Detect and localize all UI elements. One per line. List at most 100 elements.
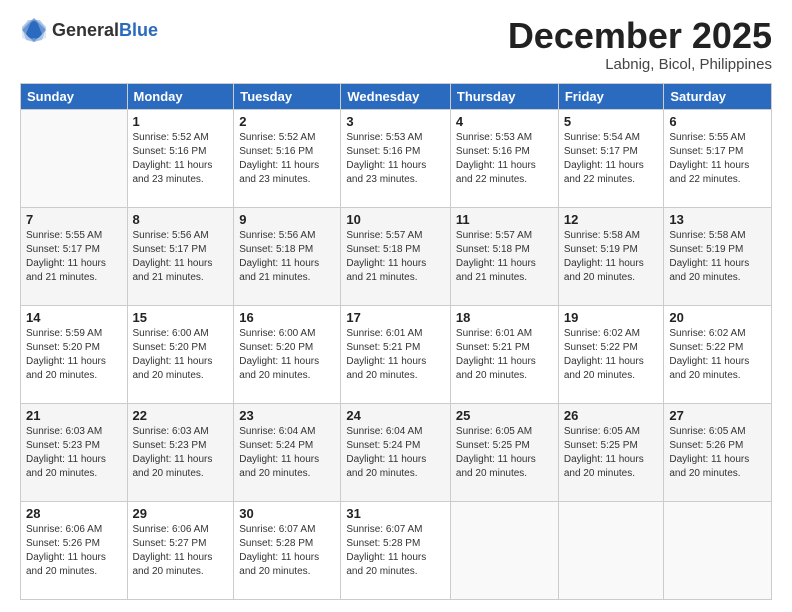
day-number: 29 [133,506,229,521]
table-row: 13 Sunrise: 5:58 AM Sunset: 5:19 PM Dayli… [664,207,772,305]
day-number: 28 [26,506,122,521]
logo-text: General Blue [52,20,158,41]
table-row: 29 Sunrise: 6:06 AM Sunset: 5:27 PM Dayli… [127,501,234,599]
table-row [21,109,128,207]
day-info: Sunrise: 5:59 AM Sunset: 5:20 PM Dayligh… [26,327,122,383]
col-sunday: Sunday [21,83,128,109]
day-number: 27 [669,408,766,423]
day-number: 3 [346,114,445,129]
table-row: 30 Sunrise: 6:07 AM Sunset: 5:28 PM Dayli… [234,501,341,599]
col-monday: Monday [127,83,234,109]
day-number: 1 [133,114,229,129]
logo-icon [20,16,48,44]
day-number: 20 [669,310,766,325]
day-info: Sunrise: 5:52 AM Sunset: 5:16 PM Dayligh… [133,131,229,187]
table-row: 3 Sunrise: 5:53 AM Sunset: 5:16 PM Daylig… [341,109,451,207]
day-number: 31 [346,506,445,521]
table-row: 10Sunrise: 5:57 AM Sunset: 5:18 PM Dayli… [341,207,451,305]
table-row [558,501,664,599]
col-friday: Friday [558,83,664,109]
table-row: 12 Sunrise: 5:58 AM Sunset: 5:19 PM Dayli… [558,207,664,305]
table-row: 9Sunrise: 5:56 AM Sunset: 5:18 PM Daylig… [234,207,341,305]
table-row: 31 Sunrise: 6:07 AM Sunset: 5:28 PM Dayli… [341,501,451,599]
day-info: Sunrise: 5:54 AM Sunset: 5:17 PM Dayligh… [564,131,659,187]
day-info: Sunrise: 6:02 AM Sunset: 5:22 PM Dayligh… [669,327,766,383]
day-info: Sunrise: 5:53 AM Sunset: 5:16 PM Dayligh… [346,131,445,187]
table-row: 25 Sunrise: 6:05 AM Sunset: 5:25 PM Dayli… [450,403,558,501]
table-row: 8 Sunrise: 5:56 AM Sunset: 5:17 PM Daylig… [127,207,234,305]
day-info: Sunrise: 5:52 AM Sunset: 5:16 PM Dayligh… [239,131,335,187]
day-info: Sunrise: 6:04 AM Sunset: 5:24 PM Dayligh… [239,425,335,481]
table-row: 7 Sunrise: 5:55 AM Sunset: 5:17 PM Daylig… [21,207,128,305]
day-info: Sunrise: 6:07 AM Sunset: 5:28 PM Dayligh… [239,523,335,579]
day-number: 23 [239,408,335,423]
day-info: Sunrise: 6:07 AM Sunset: 5:28 PM Dayligh… [346,523,445,579]
table-row: 16Sunrise: 6:00 AM Sunset: 5:20 PM Dayli… [234,305,341,403]
logo-blue: Blue [119,20,158,41]
day-info: Sunrise: 5:56 AM Sunset: 5:17 PM Dayligh… [133,229,229,285]
day-info: Sunrise: 5:56 AM Sunset: 5:18 PM Dayligh… [239,229,335,285]
header: General Blue December 2025 Labnig, Bicol… [20,16,772,73]
table-row: 19 Sunrise: 6:02 AM Sunset: 5:22 PM Dayli… [558,305,664,403]
day-info: Sunrise: 6:06 AM Sunset: 5:27 PM Dayligh… [133,523,229,579]
table-row: 22Sunrise: 6:03 AM Sunset: 5:23 PM Dayli… [127,403,234,501]
table-row: 24 Sunrise: 6:04 AM Sunset: 5:24 PM Dayli… [341,403,451,501]
day-number: 13 [669,212,766,227]
day-info: Sunrise: 6:06 AM Sunset: 5:26 PM Dayligh… [26,523,122,579]
calendar-table: Sunday Monday Tuesday Wednesday Thursday… [20,83,772,600]
col-thursday: Thursday [450,83,558,109]
table-row: 21Sunrise: 6:03 AM Sunset: 5:23 PM Dayli… [21,403,128,501]
day-number: 5 [564,114,659,129]
table-row: 27Sunrise: 6:05 AM Sunset: 5:26 PM Dayli… [664,403,772,501]
day-number: 25 [456,408,553,423]
table-row: 6Sunrise: 5:55 AM Sunset: 5:17 PM Daylig… [664,109,772,207]
day-number: 7 [26,212,122,227]
day-info: Sunrise: 5:55 AM Sunset: 5:17 PM Dayligh… [669,131,766,187]
day-info: Sunrise: 6:04 AM Sunset: 5:24 PM Dayligh… [346,425,445,481]
day-number: 8 [133,212,229,227]
calendar-header-row: Sunday Monday Tuesday Wednesday Thursday… [21,83,772,109]
table-row: 1 Sunrise: 5:52 AM Sunset: 5:16 PM Daylig… [127,109,234,207]
day-info: Sunrise: 6:01 AM Sunset: 5:21 PM Dayligh… [346,327,445,383]
table-row: 28 Sunrise: 6:06 AM Sunset: 5:26 PM Dayli… [21,501,128,599]
table-row: 18 Sunrise: 6:01 AM Sunset: 5:21 PM Dayli… [450,305,558,403]
day-info: Sunrise: 5:58 AM Sunset: 5:19 PM Dayligh… [669,229,766,285]
day-number: 21 [26,408,122,423]
day-number: 12 [564,212,659,227]
table-row [664,501,772,599]
day-number: 26 [564,408,659,423]
day-info: Sunrise: 5:57 AM Sunset: 5:18 PM Dayligh… [456,229,553,285]
table-row [450,501,558,599]
day-info: Sunrise: 5:55 AM Sunset: 5:17 PM Dayligh… [26,229,122,285]
day-info: Sunrise: 6:05 AM Sunset: 5:25 PM Dayligh… [456,425,553,481]
table-row: 20 Sunrise: 6:02 AM Sunset: 5:22 PM Dayli… [664,305,772,403]
table-row: 26 Sunrise: 6:05 AM Sunset: 5:25 PM Dayli… [558,403,664,501]
table-row: 4 Sunrise: 5:53 AM Sunset: 5:16 PM Daylig… [450,109,558,207]
table-row: 17Sunrise: 6:01 AM Sunset: 5:21 PM Dayli… [341,305,451,403]
table-row: 2 Sunrise: 5:52 AM Sunset: 5:16 PM Daylig… [234,109,341,207]
day-number: 2 [239,114,335,129]
logo: General Blue [20,16,158,44]
day-number: 11 [456,212,553,227]
day-info: Sunrise: 5:53 AM Sunset: 5:16 PM Dayligh… [456,131,553,187]
day-number: 18 [456,310,553,325]
day-number: 24 [346,408,445,423]
day-info: Sunrise: 5:58 AM Sunset: 5:19 PM Dayligh… [564,229,659,285]
day-number: 30 [239,506,335,521]
title-block: December 2025 Labnig, Bicol, Philippines [508,16,772,73]
day-number: 10 [346,212,445,227]
day-number: 4 [456,114,553,129]
day-info: Sunrise: 6:00 AM Sunset: 5:20 PM Dayligh… [133,327,229,383]
day-number: 19 [564,310,659,325]
day-info: Sunrise: 6:03 AM Sunset: 5:23 PM Dayligh… [133,425,229,481]
table-row: 5 Sunrise: 5:54 AM Sunset: 5:17 PM Daylig… [558,109,664,207]
day-info: Sunrise: 6:00 AM Sunset: 5:20 PM Dayligh… [239,327,335,383]
table-row: 11 Sunrise: 5:57 AM Sunset: 5:18 PM Dayli… [450,207,558,305]
day-info: Sunrise: 6:02 AM Sunset: 5:22 PM Dayligh… [564,327,659,383]
col-wednesday: Wednesday [341,83,451,109]
day-number: 14 [26,310,122,325]
col-tuesday: Tuesday [234,83,341,109]
col-saturday: Saturday [664,83,772,109]
day-info: Sunrise: 6:01 AM Sunset: 5:21 PM Dayligh… [456,327,553,383]
day-info: Sunrise: 6:05 AM Sunset: 5:25 PM Dayligh… [564,425,659,481]
